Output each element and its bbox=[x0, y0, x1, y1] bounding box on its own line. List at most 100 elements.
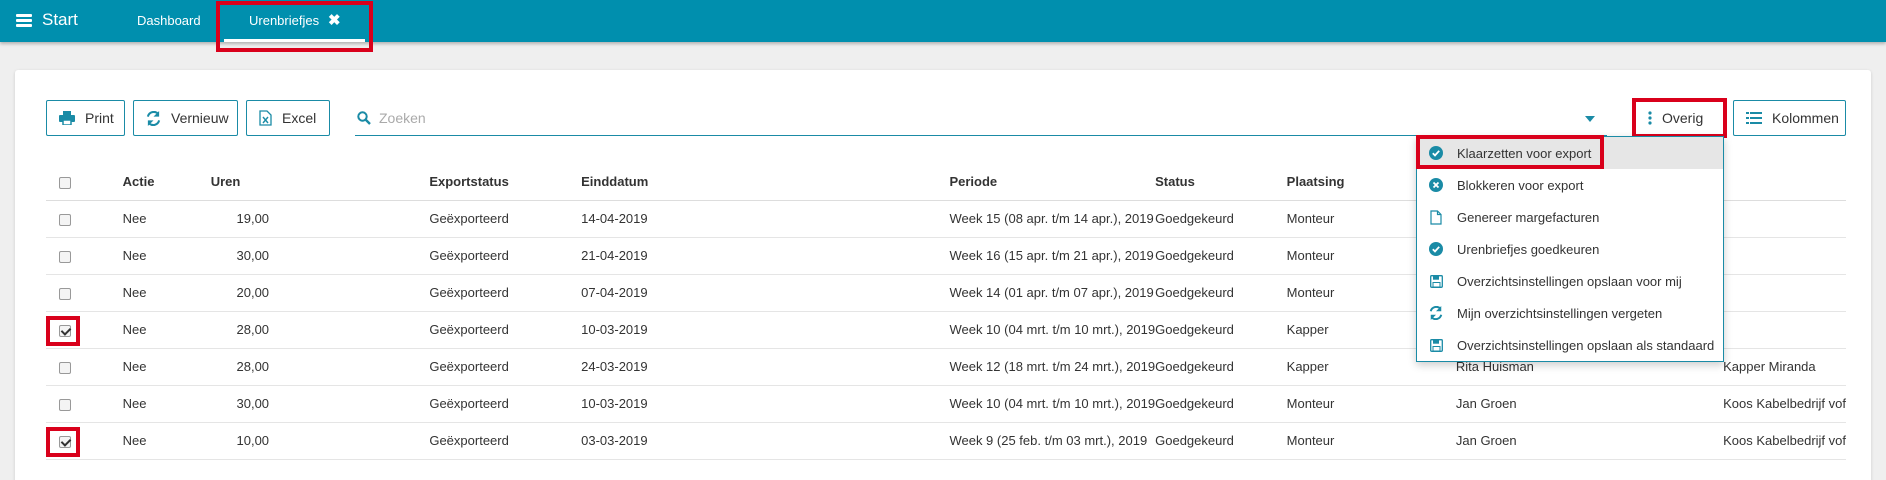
menu-item-overzichtsinstellingen-opslaan-voor-mij[interactable]: Overzichtsinstellingen opslaan voor mij bbox=[1417, 265, 1723, 297]
kolommen-button[interactable]: Kolommen bbox=[1733, 100, 1846, 136]
top-bar: Start Dashboard Urenbriefjes ✖ bbox=[0, 0, 1886, 42]
cell-spacer bbox=[269, 274, 430, 312]
print-button[interactable]: Print bbox=[46, 100, 125, 136]
cell-status: Goedgekeurd bbox=[1155, 422, 1287, 460]
cell-periode: Week 9 (25 feb. t/m 03 mrt.), 2019 bbox=[949, 422, 1156, 460]
row-checkbox[interactable] bbox=[59, 398, 71, 411]
refresh-icon bbox=[1427, 304, 1445, 322]
print-label: Print bbox=[85, 110, 114, 126]
cell-bedrijf: Kapper Miranda bbox=[1723, 348, 1846, 386]
col-header-status[interactable]: Status bbox=[1155, 164, 1287, 201]
search-dropdown-icon[interactable] bbox=[1585, 116, 1595, 122]
vernieuw-button[interactable]: Vernieuw bbox=[133, 100, 238, 136]
menu-item-label: Klaarzetten voor export bbox=[1457, 145, 1592, 161]
row-checkbox[interactable] bbox=[59, 287, 71, 300]
menu-item-blokkeren-voor-export[interactable]: Blokkeren voor export bbox=[1417, 169, 1723, 201]
cell-einddatum: 14-04-2019 bbox=[581, 200, 950, 238]
menu-item-label: Overzichtsinstellingen opslaan als stand… bbox=[1457, 337, 1715, 353]
menu-item-label: Overzichtsinstellingen opslaan voor mij bbox=[1457, 273, 1682, 289]
cell-periode: Week 16 (15 apr. t/m 21 apr.), 2019 bbox=[949, 237, 1156, 275]
refresh-icon bbox=[146, 110, 161, 126]
cell-einddatum: 10-03-2019 bbox=[581, 311, 950, 349]
select-all-checkbox[interactable] bbox=[59, 176, 71, 189]
excel-button[interactable]: Excel bbox=[246, 100, 330, 136]
search-input[interactable] bbox=[379, 109, 1529, 126]
overig-label: Overig bbox=[1662, 110, 1704, 126]
excel-label: Excel bbox=[282, 110, 317, 126]
table-row[interactable]: Nee 30,00 Geëxporteerd 10-03-2019 Week 10 (0… bbox=[46, 385, 1846, 423]
search-icon bbox=[357, 110, 371, 125]
start-label[interactable]: Start bbox=[42, 10, 78, 30]
cell-bedrijf bbox=[1723, 274, 1846, 312]
cell-einddatum: 21-04-2019 bbox=[581, 237, 950, 275]
cell-periode: Week 10 (04 mrt. t/m 10 mrt.), 2019 bbox=[949, 385, 1156, 423]
overig-button[interactable]: Overig bbox=[1635, 100, 1725, 136]
col-header-bedrijf bbox=[1723, 164, 1846, 201]
row-checkbox[interactable] bbox=[59, 213, 71, 226]
cell-einddatum: 07-04-2019 bbox=[581, 274, 950, 312]
times-circle-icon bbox=[1427, 176, 1445, 194]
cell-persoon: Jan Groen bbox=[1455, 422, 1724, 460]
cell-status: Goedgekeurd bbox=[1155, 311, 1287, 349]
select-all-cell bbox=[46, 164, 123, 201]
cell-status: Goedgekeurd bbox=[1155, 348, 1287, 386]
col-header-actie[interactable]: Actie bbox=[122, 164, 211, 201]
vernieuw-label: Vernieuw bbox=[171, 110, 229, 126]
cell-actie: Nee bbox=[122, 200, 211, 238]
cell-einddatum: 24-03-2019 bbox=[581, 348, 950, 386]
cell-uren: 19,00 bbox=[210, 200, 270, 238]
row-checkbox[interactable] bbox=[59, 250, 71, 263]
cell-actie: Nee bbox=[122, 274, 211, 312]
cell-uren: 28,00 bbox=[210, 348, 270, 386]
menu-item-urenbriefjes-goedkeuren[interactable]: Urenbriefjes goedkeuren bbox=[1417, 233, 1723, 265]
cell-periode: Week 14 (01 apr. t/m 07 apr.), 2019 bbox=[949, 274, 1156, 312]
col-header-periode[interactable]: Periode bbox=[949, 164, 1156, 201]
close-tab-icon[interactable]: ✖ bbox=[328, 11, 341, 29]
cell-status: Goedgekeurd bbox=[1155, 200, 1287, 238]
cell-spacer bbox=[269, 385, 430, 423]
cell-bedrijf: Koos Kabelbedrijf vof bbox=[1723, 385, 1846, 423]
cell-status: Goedgekeurd bbox=[1155, 274, 1287, 312]
row-checkbox-cell bbox=[46, 200, 123, 238]
menu-item-mijn-overzichtsinstellingen-vergeten[interactable]: Mijn overzichtsinstellingen vergeten bbox=[1417, 297, 1723, 329]
row-checkbox-cell bbox=[46, 385, 123, 423]
cell-bedrijf: Koos Kabelbedrijf vof bbox=[1723, 422, 1846, 460]
row-checkbox-cell bbox=[46, 311, 123, 349]
cell-exportstatus: Geëxporteerd bbox=[429, 237, 582, 275]
row-checkbox[interactable] bbox=[59, 361, 71, 374]
menu-item-overzichtsinstellingen-opslaan-als-standaard[interactable]: Overzichtsinstellingen opslaan als stand… bbox=[1417, 329, 1723, 361]
cell-actie: Nee bbox=[122, 237, 211, 275]
tab-urenbriefjes-label: Urenbriefjes bbox=[249, 13, 320, 28]
tab-urenbriefjes[interactable]: Urenbriefjes ✖ bbox=[224, 0, 365, 42]
cell-exportstatus: Geëxporteerd bbox=[429, 274, 582, 312]
vertical-ellipsis-icon bbox=[1648, 111, 1652, 125]
save-icon bbox=[1427, 272, 1445, 290]
cell-uren: 28,00 bbox=[210, 311, 270, 349]
row-checkbox[interactable] bbox=[59, 324, 71, 337]
cell-exportstatus: Geëxporteerd bbox=[429, 385, 582, 423]
printer-icon bbox=[59, 111, 75, 125]
excel-file-icon bbox=[259, 110, 272, 126]
cell-spacer bbox=[269, 200, 430, 238]
cell-uren: 30,00 bbox=[210, 385, 270, 423]
col-header-uren[interactable]: Uren bbox=[210, 164, 270, 201]
col-header-exportstatus[interactable]: Exportstatus bbox=[429, 164, 582, 201]
cell-einddatum: 10-03-2019 bbox=[581, 385, 950, 423]
row-checkbox-cell bbox=[46, 237, 123, 275]
hamburger-menu-icon[interactable] bbox=[16, 14, 32, 27]
cell-status: Goedgekeurd bbox=[1155, 385, 1287, 423]
menu-item-klaarzetten-voor-export[interactable]: Klaarzetten voor export bbox=[1417, 137, 1723, 169]
cell-bedrijf bbox=[1723, 200, 1846, 238]
cell-spacer bbox=[269, 422, 430, 460]
cell-bedrijf bbox=[1723, 237, 1846, 275]
menu-item-genereer-margefacturen[interactable]: Genereer margefacturen bbox=[1417, 201, 1723, 233]
cell-actie: Nee bbox=[122, 348, 211, 386]
tab-dashboard[interactable]: Dashboard bbox=[137, 13, 201, 28]
table-row[interactable]: Nee 10,00 Geëxporteerd 03-03-2019 Week 9 (25… bbox=[46, 422, 1846, 460]
row-checkbox[interactable] bbox=[59, 435, 71, 448]
cell-plaatsing: Monteur bbox=[1286, 422, 1456, 460]
cell-periode: Week 10 (04 mrt. t/m 10 mrt.), 2019 bbox=[949, 311, 1156, 349]
col-header-einddatum[interactable]: Einddatum bbox=[581, 164, 950, 201]
cell-einddatum: 03-03-2019 bbox=[581, 422, 950, 460]
cell-spacer bbox=[269, 348, 430, 386]
